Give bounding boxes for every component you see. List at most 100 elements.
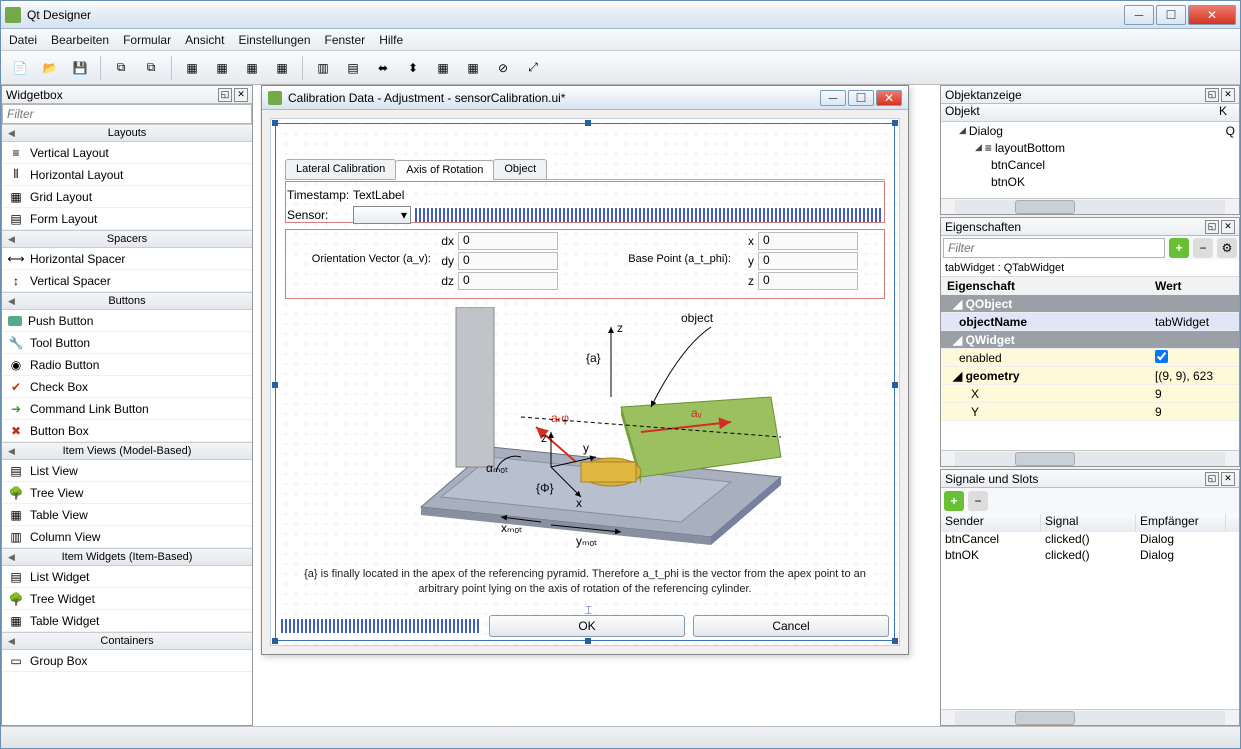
props-filter[interactable] [943, 238, 1165, 258]
tb-open-icon[interactable]: 📂 [37, 55, 63, 81]
minimize-button[interactable]: ─ [1124, 5, 1154, 25]
tb-layout2-icon[interactable]: ▦ [209, 55, 235, 81]
dx-field[interactable]: 0 [458, 232, 558, 250]
tb-break-icon[interactable]: ⊘ [490, 55, 516, 81]
form-window[interactable]: Calibration Data - Adjustment - sensorCa… [261, 85, 909, 655]
tb-save-icon[interactable]: 💾 [67, 55, 93, 81]
dz-field[interactable]: 0 [458, 272, 558, 290]
z-field[interactable]: 0 [758, 272, 858, 290]
form-min-button[interactable]: ─ [820, 90, 846, 106]
wbox-tablew[interactable]: ▦Table Widget [2, 610, 252, 632]
tb-copy-icon[interactable]: ⧉ [108, 55, 134, 81]
close-button[interactable]: ✕ [1188, 5, 1236, 25]
toolbar: 📄 📂 💾 ⧉ ⧉ ▦ ▦ ▦ ▦ ▥ ▤ ⬌ ⬍ ▦ ▦ ⊘ ⤢ [1, 51, 1240, 85]
tb-new-icon[interactable]: 📄 [7, 55, 33, 81]
cat-buttons[interactable]: Buttons [2, 292, 252, 310]
close-panel-icon[interactable]: ✕ [1221, 472, 1235, 486]
signal-row[interactable]: btnOKclicked()Dialog [941, 548, 1239, 564]
wbox-listw[interactable]: ▤List Widget [2, 566, 252, 588]
svg-text:xₘₒₜ: xₘₒₜ [501, 521, 523, 535]
cat-containers[interactable]: Containers [2, 632, 252, 650]
cat-itemwidgets[interactable]: Item Widgets (Item-Based) [2, 548, 252, 566]
wbox-treew[interactable]: 🌳Tree Widget [2, 588, 252, 610]
close-panel-icon[interactable]: ✕ [1221, 88, 1235, 102]
tab-axis[interactable]: Axis of Rotation [395, 160, 494, 180]
wbox-hspacer[interactable]: ⟷Horizontal Spacer [2, 248, 252, 270]
x-field[interactable]: 0 [758, 232, 858, 250]
menubar: Datei Bearbeiten Formular Ansicht Einste… [1, 29, 1240, 51]
tree-dialog[interactable]: ◢DialogQ [941, 122, 1239, 139]
cat-spacers[interactable]: Spacers [2, 230, 252, 248]
wbox-groupbox[interactable]: ▭Group Box [2, 650, 252, 672]
add-signal-button[interactable]: + [944, 491, 964, 511]
tb-paste-icon[interactable]: ⧉ [138, 55, 164, 81]
menu-help[interactable]: Hilfe [379, 33, 403, 47]
undock-icon[interactable]: ◱ [1205, 220, 1219, 234]
close-panel-icon[interactable]: ✕ [1221, 220, 1235, 234]
enabled-checkbox[interactable] [1155, 350, 1168, 363]
sensor-combobox[interactable]: ▾ [353, 206, 411, 224]
tb-layout3-icon[interactable]: ▦ [239, 55, 265, 81]
remove-prop-button[interactable]: − [1193, 238, 1213, 258]
tree-layout[interactable]: ◢≡layoutBottom [941, 139, 1239, 156]
close-panel-icon[interactable]: ✕ [234, 88, 248, 102]
wbox-vspacer[interactable]: ↕Vertical Spacer [2, 270, 252, 292]
menu-edit[interactable]: Bearbeiten [51, 33, 109, 47]
form-close-button[interactable]: ✕ [876, 90, 902, 106]
svg-text:aₜφ: aₜφ [551, 411, 569, 425]
tb-hsplit-icon[interactable]: ⬌ [370, 55, 396, 81]
wbox-treeview[interactable]: 🌳Tree View [2, 482, 252, 504]
wbox-columnview[interactable]: ▥Column View [2, 526, 252, 548]
dy-field[interactable]: 0 [458, 252, 558, 270]
cancel-button[interactable]: Cancel [693, 615, 889, 637]
add-prop-button[interactable]: + [1169, 238, 1189, 258]
form-max-button[interactable]: ☐ [848, 90, 874, 106]
tb-form-icon[interactable]: ▦ [460, 55, 486, 81]
wbox-tableview[interactable]: ▦Table View [2, 504, 252, 526]
cat-layouts[interactable]: Layouts [2, 124, 252, 142]
tb-vsplit-icon[interactable]: ⬍ [400, 55, 426, 81]
menu-form[interactable]: Formular [123, 33, 171, 47]
tb-grid-icon[interactable]: ▦ [430, 55, 456, 81]
tb-adjust-icon[interactable]: ⤢ [520, 55, 546, 81]
tab-object[interactable]: Object [493, 159, 547, 179]
wbox-glayout[interactable]: ▦Grid Layout [2, 186, 252, 208]
y-field[interactable]: 0 [758, 252, 858, 270]
cat-itemviews[interactable]: Item Views (Model-Based) [2, 442, 252, 460]
widgetbox-filter[interactable] [2, 104, 252, 124]
maximize-button[interactable]: ☐ [1156, 5, 1186, 25]
svg-text:αₘₒₜ: αₘₒₜ [486, 461, 508, 475]
remove-signal-button[interactable]: − [968, 491, 988, 511]
wbox-check[interactable]: ✔Check Box [2, 376, 252, 398]
wbox-btnbox[interactable]: ✖Button Box [2, 420, 252, 442]
wbox-flayout[interactable]: ▤Form Layout [2, 208, 252, 230]
menu-settings[interactable]: Einstellungen [238, 33, 310, 47]
tb-layout1-icon[interactable]: ▦ [179, 55, 205, 81]
wbox-pushbtn[interactable]: Push Button [2, 310, 252, 332]
wbox-vlayout[interactable]: ≡Vertical Layout [2, 142, 252, 164]
tab-lateral[interactable]: Lateral Calibration [285, 159, 396, 179]
menu-view[interactable]: Ansicht [185, 33, 224, 47]
wbox-hlayout[interactable]: ⦀Horizontal Layout [2, 164, 252, 186]
wbox-listview[interactable]: ▤List View [2, 460, 252, 482]
menu-window[interactable]: Fenster [325, 33, 366, 47]
wbox-cmdlink[interactable]: ➜Command Link Button [2, 398, 252, 420]
widgetbox-title[interactable]: Widgetbox ◱ ✕ [2, 86, 252, 104]
tb-hbox-icon[interactable]: ▥ [310, 55, 336, 81]
svg-text:x: x [576, 496, 582, 510]
signal-row[interactable]: btnCancelclicked()Dialog [941, 532, 1239, 548]
form-canvas[interactable]: Lateral Calibration Axis of Rotation Obj… [270, 118, 900, 646]
config-prop-button[interactable]: ⚙ [1217, 238, 1237, 258]
titlebar[interactable]: Qt Designer ─ ☐ ✕ [1, 1, 1240, 29]
undock-icon[interactable]: ◱ [218, 88, 232, 102]
wbox-radio[interactable]: ◉Radio Button [2, 354, 252, 376]
ok-button[interactable]: OK [489, 615, 685, 637]
tb-layout4-icon[interactable]: ▦ [269, 55, 295, 81]
menu-file[interactable]: Datei [9, 33, 37, 47]
tree-btncancel[interactable]: btnCancel [941, 156, 1239, 173]
undock-icon[interactable]: ◱ [1205, 472, 1219, 486]
wbox-toolbtn[interactable]: 🔧Tool Button [2, 332, 252, 354]
tree-btnok[interactable]: btnOK [941, 173, 1239, 190]
undock-icon[interactable]: ◱ [1205, 88, 1219, 102]
tb-vbox-icon[interactable]: ▤ [340, 55, 366, 81]
